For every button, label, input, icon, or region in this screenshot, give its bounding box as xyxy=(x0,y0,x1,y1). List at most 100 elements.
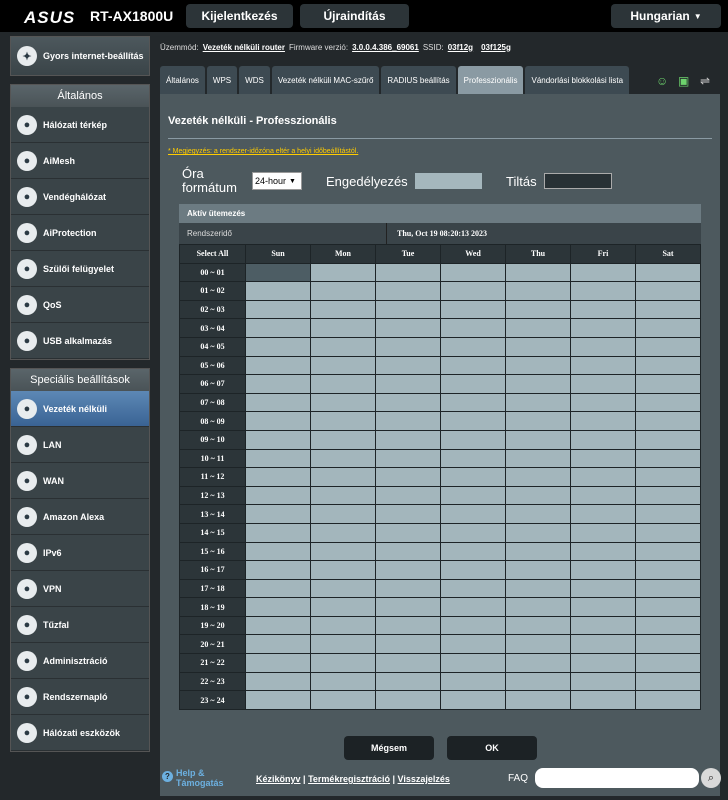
schedule-cell[interactable] xyxy=(570,653,636,673)
schedule-cell[interactable] xyxy=(245,281,311,301)
schedule-cell[interactable] xyxy=(310,392,376,413)
schedule-cell[interactable] xyxy=(310,671,376,692)
sidebar-item-guest-network[interactable]: ● Vendéghálózat xyxy=(11,179,149,215)
schedule-cell[interactable] xyxy=(245,671,311,692)
schedule-cell[interactable] xyxy=(310,299,376,320)
hour-label[interactable]: 14 ~ 15 xyxy=(179,522,246,543)
sidebar-item-lan[interactable]: ● LAN xyxy=(11,427,149,463)
help-link[interactable]: ? Help & Támogatás xyxy=(162,768,224,788)
schedule-cell[interactable] xyxy=(375,448,441,469)
schedule-cell[interactable] xyxy=(570,392,636,413)
sidebar-item-speed[interactable]: ● QoS xyxy=(11,287,149,323)
hour-label[interactable]: 09 ~ 10 xyxy=(179,429,246,450)
sidebar-item-mesh[interactable]: ● AiMesh xyxy=(11,143,149,179)
schedule-cell[interactable] xyxy=(570,578,636,599)
schedule-cell[interactable] xyxy=(440,485,506,506)
hour-label[interactable]: 00 ~ 01 xyxy=(179,262,246,283)
quick-setup-button[interactable]: ✦ Gyors internet-beállítás xyxy=(10,36,150,76)
schedule-cell[interactable] xyxy=(245,485,311,506)
schedule-cell[interactable] xyxy=(310,615,376,636)
schedule-cell[interactable] xyxy=(440,336,506,357)
schedule-cell[interactable] xyxy=(635,615,701,636)
schedule-cell[interactable] xyxy=(310,541,376,562)
schedule-cell[interactable] xyxy=(635,374,701,394)
sidebar-item-tools[interactable]: ● Hálózati eszközök xyxy=(11,715,149,751)
schedule-cell[interactable] xyxy=(570,336,636,357)
hour-label[interactable]: 03 ~ 04 xyxy=(179,318,246,338)
schedule-cell[interactable] xyxy=(375,522,441,543)
schedule-cell[interactable] xyxy=(505,374,571,394)
schedule-cell[interactable] xyxy=(570,374,636,394)
schedule-cell[interactable] xyxy=(245,467,311,487)
hour-label[interactable]: 21 ~ 22 xyxy=(179,653,246,673)
day-header[interactable]: Mon xyxy=(310,244,376,264)
schedule-cell[interactable] xyxy=(310,560,376,580)
hour-label[interactable]: 04 ~ 05 xyxy=(179,336,246,357)
schedule-cell[interactable] xyxy=(570,318,636,338)
tab-3[interactable]: Vezeték nélküli MAC-szűrő xyxy=(271,66,380,94)
schedule-cell[interactable] xyxy=(245,522,311,543)
schedule-cell[interactable] xyxy=(375,653,441,673)
schedule-cell[interactable] xyxy=(570,448,636,469)
schedule-cell[interactable] xyxy=(440,355,506,376)
schedule-cell[interactable] xyxy=(570,634,636,655)
schedule-cell[interactable] xyxy=(310,429,376,450)
schedule-cell[interactable] xyxy=(505,429,571,450)
hour-label[interactable]: 11 ~ 12 xyxy=(179,467,246,487)
tab-2[interactable]: WDS xyxy=(239,66,270,94)
schedule-cell[interactable] xyxy=(310,448,376,469)
hour-label[interactable]: 17 ~ 18 xyxy=(179,578,246,599)
schedule-cell[interactable] xyxy=(310,634,376,655)
schedule-cell[interactable] xyxy=(375,597,441,617)
schedule-cell[interactable] xyxy=(505,578,571,599)
tab-1[interactable]: WPS xyxy=(206,66,238,94)
schedule-cell[interactable] xyxy=(440,299,506,320)
schedule-cell[interactable] xyxy=(310,336,376,357)
day-header[interactable]: Wed xyxy=(440,244,506,264)
faq-search-input[interactable] xyxy=(535,768,699,788)
schedule-cell[interactable] xyxy=(375,336,441,357)
schedule-cell[interactable] xyxy=(440,262,506,283)
schedule-cell[interactable] xyxy=(505,690,571,710)
hour-label[interactable]: 12 ~ 13 xyxy=(179,485,246,506)
schedule-cell[interactable] xyxy=(440,560,506,580)
schedule-cell[interactable] xyxy=(440,522,506,543)
schedule-cell[interactable] xyxy=(440,318,506,338)
schedule-cell[interactable] xyxy=(245,336,311,357)
schedule-cell[interactable] xyxy=(570,690,636,710)
sidebar-item-alexa[interactable]: ● Amazon Alexa xyxy=(11,499,149,535)
schedule-cell[interactable] xyxy=(245,504,311,524)
schedule-cell[interactable] xyxy=(375,671,441,692)
registration-link[interactable]: Termékregisztráció xyxy=(308,774,390,784)
network-icon[interactable]: ▣ xyxy=(678,74,689,88)
hour-label[interactable]: 15 ~ 16 xyxy=(179,541,246,562)
schedule-cell[interactable] xyxy=(505,541,571,562)
schedule-cell[interactable] xyxy=(635,578,701,599)
schedule-cell[interactable] xyxy=(245,374,311,394)
schedule-cell[interactable] xyxy=(440,392,506,413)
schedule-cell[interactable] xyxy=(570,355,636,376)
schedule-cell[interactable] xyxy=(375,411,441,431)
schedule-cell[interactable] xyxy=(505,355,571,376)
schedule-cell[interactable] xyxy=(440,429,506,450)
schedule-cell[interactable] xyxy=(570,671,636,692)
schedule-cell[interactable] xyxy=(245,411,311,431)
schedule-cell[interactable] xyxy=(505,392,571,413)
schedule-cell[interactable] xyxy=(375,355,441,376)
schedule-cell[interactable] xyxy=(440,634,506,655)
schedule-cell[interactable] xyxy=(245,299,311,320)
schedule-cell[interactable] xyxy=(440,597,506,617)
schedule-cell[interactable] xyxy=(505,653,571,673)
schedule-cell[interactable] xyxy=(505,411,571,431)
schedule-cell[interactable] xyxy=(440,578,506,599)
schedule-cell[interactable] xyxy=(245,653,311,673)
schedule-cell[interactable] xyxy=(375,615,441,636)
sidebar-item-log[interactable]: ● Rendszernapló xyxy=(11,679,149,715)
tab-6[interactable]: Vándorlási blokkolási lista xyxy=(525,66,630,94)
schedule-cell[interactable] xyxy=(505,634,571,655)
hour-label[interactable]: 05 ~ 06 xyxy=(179,355,246,376)
sidebar-item-family[interactable]: ● Szülői felügyelet xyxy=(11,251,149,287)
schedule-cell[interactable] xyxy=(310,318,376,338)
select-all-button[interactable]: Select All xyxy=(179,244,246,264)
schedule-cell[interactable] xyxy=(635,299,701,320)
